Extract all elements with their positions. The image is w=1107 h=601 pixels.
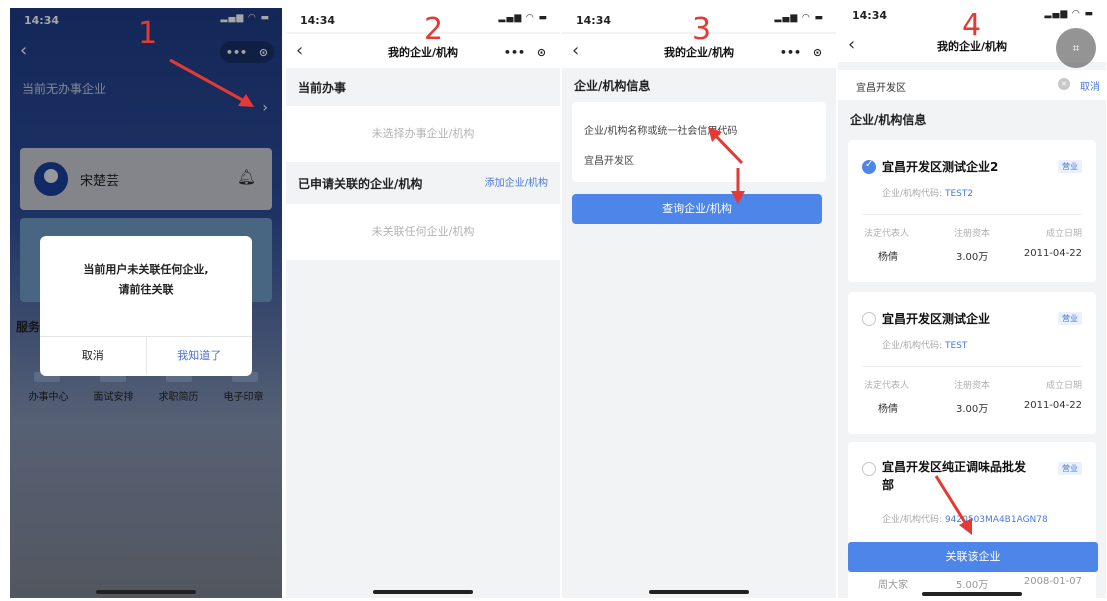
more-icon[interactable]: ••• [504, 46, 525, 59]
linked-empty: 未关联任何企业/机构 [286, 204, 560, 260]
screen-search-form: 14:34 ▂▄▆ ◠ ▬ ‹ 我的企业/机构 ••• ⊙ 企业/机构信息 企业… [562, 8, 836, 598]
screen-search-results: 14:34 ▂▄▆ ◠ ▬ ‹ 我的企业/机构 ⌗ 宜昌开发区 × 取消 企业/… [838, 8, 1106, 598]
section-current: 当前办事 [298, 81, 347, 95]
status-bar: 14:34 ▂▄▆ ◠ ▬ [286, 8, 560, 32]
section-linked-label: 已申请关联的企业/机构 [298, 177, 423, 191]
nav-bar: ‹ 我的企业/机构 ••• ⊙ [286, 34, 560, 68]
step-number: 2 [424, 12, 444, 47]
home-indicator [373, 590, 473, 594]
screen-my-business: 14:34 ▂▄▆ ◠ ▬ ‹ 我的企业/机构 ••• ⊙ 当前办事 未选择办事… [286, 8, 560, 598]
status-time: 14:34 [300, 14, 336, 27]
current-empty[interactable]: 未选择办事企业/机构 [286, 106, 560, 162]
screen-home: 14:34 ▂▄▆ ◠ ▬ ‹ ••• ⊙ 当前无办事企业 › 宋楚芸 🔔︎ 服… [10, 8, 282, 598]
signal-wifi-battery-icon: ▂▄▆ ◠ ▬ [498, 13, 548, 23]
annotation-arrow [708, 127, 745, 204]
close-icon[interactable]: ⊙ [537, 46, 546, 59]
section-linked: 已申请关联的企业/机构 添加企业/机构 [286, 170, 560, 198]
add-business-link[interactable]: 添加企业/机构 [485, 170, 548, 198]
annotation-arrow [934, 475, 972, 535]
annotation-arrow [169, 58, 254, 107]
miniprogram-capsule: ••• ⊙ [498, 41, 552, 63]
